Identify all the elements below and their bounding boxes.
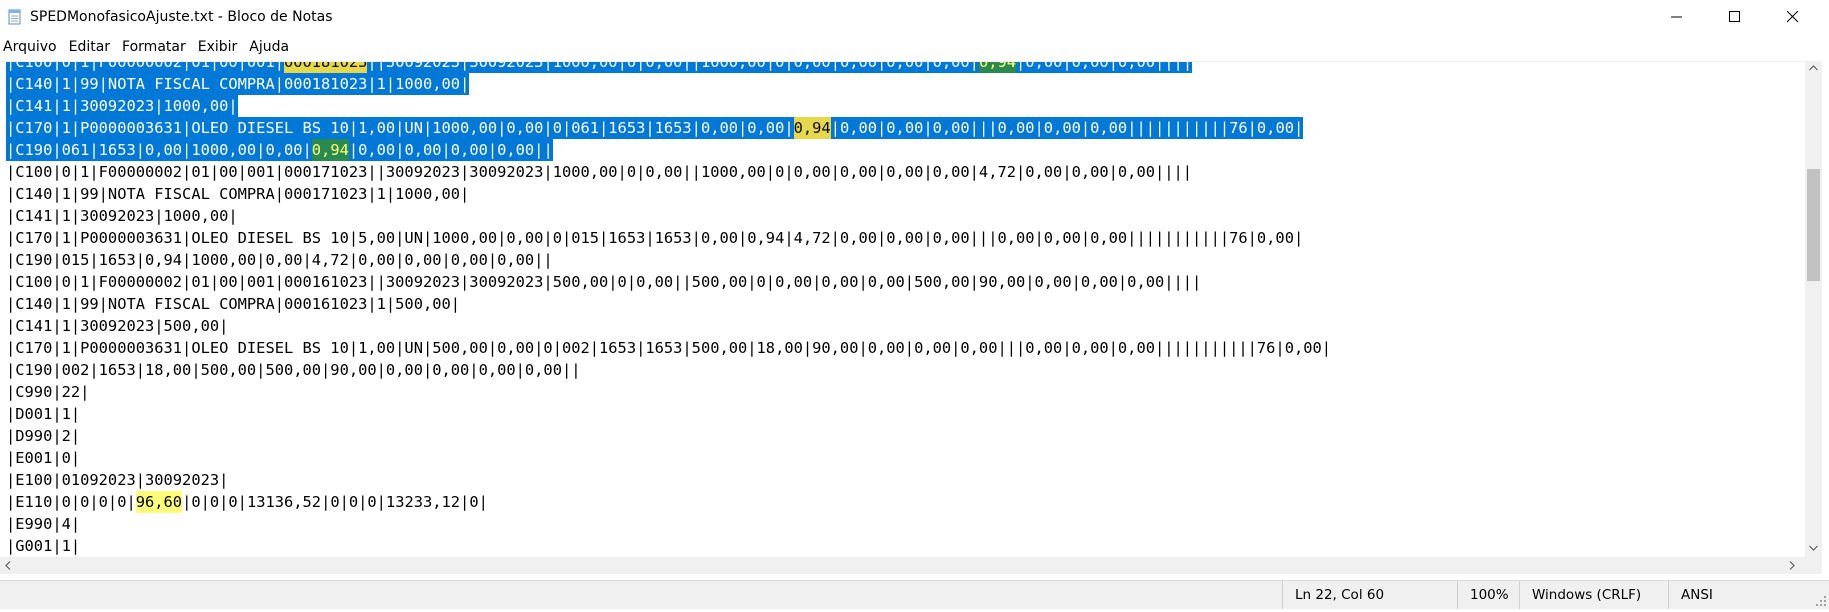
line-text: |C140|1|99|NOTA FISCAL COMPRA|000171023|… bbox=[6, 185, 470, 203]
highlighted-text: 0,94 bbox=[793, 117, 831, 139]
line-text: |E110|0|0|0|0| bbox=[6, 493, 136, 511]
text-line[interactable]: |C170|1|P0000003631|OLEO DIESEL BS 10|1,… bbox=[6, 337, 1331, 359]
text-editor[interactable]: |C100|0|1|F00000002|01|00|001|000181023|… bbox=[0, 61, 1806, 558]
text-line[interactable]: |C141|1|30092023|1000,00| bbox=[6, 95, 238, 117]
text-line[interactable]: |C100|0|1|F00000002|01|00|001|000161023|… bbox=[6, 271, 1201, 293]
scroll-down-icon[interactable] bbox=[1809, 545, 1818, 551]
resize-grip-icon[interactable] bbox=[1815, 595, 1827, 607]
menu-formatar[interactable]: Formatar bbox=[119, 36, 191, 59]
horizontal-scrollbar[interactable] bbox=[0, 557, 1805, 574]
menu-ajuda[interactable]: Ajuda bbox=[246, 36, 294, 59]
zoom-level: 100% bbox=[1457, 581, 1520, 609]
highlighted-text: 96,60 bbox=[135, 491, 183, 513]
line-text: |D990|2| bbox=[6, 427, 81, 445]
scroll-up-icon[interactable] bbox=[1809, 65, 1818, 71]
title-bar: SPEDMonofasicoAjuste.txt - Bloco de Nota… bbox=[0, 0, 1829, 34]
text-line[interactable]: |E110|0|0|0|0|96,60|0|0|0|13136,52|0|0|0… bbox=[6, 491, 488, 513]
maximize-button[interactable] bbox=[1706, 0, 1764, 34]
text-line[interactable]: |D990|2| bbox=[6, 425, 80, 447]
line-text: |E990|4| bbox=[6, 515, 81, 533]
text-line[interactable]: |C100|0|1|F00000002|01|00|001|000171023|… bbox=[6, 161, 1192, 183]
line-text: |E100|01092023|30092023| bbox=[6, 471, 229, 489]
line-text: |C990|22| bbox=[6, 383, 90, 401]
line-text: |D001|1| bbox=[6, 405, 81, 423]
line-text: |C100|0|1|F00000002|01|00|001|000171023|… bbox=[6, 163, 1193, 181]
scroll-left-icon[interactable] bbox=[5, 561, 11, 570]
scroll-right-icon[interactable] bbox=[1789, 561, 1795, 570]
selected-text: |C141|1|30092023|1000,00| bbox=[6, 95, 238, 117]
text-line[interactable]: |C141|1|30092023|1000,00| bbox=[6, 205, 238, 227]
selected-text: |C140|1|99|NOTA FISCAL COMPRA|000181023|… bbox=[6, 73, 470, 95]
text-line[interactable]: |C190|002|1653|18,00|500,00|500,00|90,00… bbox=[6, 359, 581, 381]
line-text: |C170|1|P0000003631|OLEO DIESEL BS 10|1,… bbox=[6, 339, 1332, 357]
minimize-button[interactable] bbox=[1648, 0, 1706, 34]
selected-text: |C170|1|P0000003631|OLEO DIESEL BS 10|1,… bbox=[6, 117, 794, 139]
highlighted-text: 0,94 bbox=[311, 139, 349, 161]
selected-text: |0,00|0,00|0,00|||| bbox=[1016, 62, 1193, 73]
selected-text: |C190|061|1653|0,00|1000,00|0,00| bbox=[6, 139, 312, 161]
line-text: |C190|015|1653|0,94|1000,00|0,00|4,72|0,… bbox=[6, 251, 553, 269]
text-line[interactable]: |C141|1|30092023|500,00| bbox=[6, 315, 228, 337]
text-line[interactable]: |E990|4| bbox=[6, 513, 80, 535]
maximize-icon bbox=[1729, 11, 1740, 22]
line-text: |C100|0|1|F00000002|01|00|001|000161023|… bbox=[6, 273, 1202, 291]
text-line[interactable]: |C170|1|P0000003631|OLEO DIESEL BS 10|5,… bbox=[6, 227, 1303, 249]
close-icon bbox=[1787, 11, 1799, 23]
selected-text: |0,00|0,00|0,00|||0,00|0,00|0,00||||||||… bbox=[830, 117, 1304, 139]
menu-bar: Arquivo Editar Formatar Exibir Ajuda bbox=[0, 36, 1829, 60]
vertical-scroll-thumb[interactable] bbox=[1807, 169, 1820, 281]
text-line[interactable]: |C170|1|P0000003631|OLEO DIESEL BS 10|1,… bbox=[6, 117, 1304, 139]
scrollbar-corner bbox=[1805, 557, 1822, 574]
text-line[interactable]: |D001|1| bbox=[6, 403, 80, 425]
line-text: |C170|1|P0000003631|OLEO DIESEL BS 10|5,… bbox=[6, 229, 1304, 247]
status-bar: Ln 22, Col 60 100% Windows (CRLF) ANSI bbox=[0, 580, 1829, 609]
highlighted-text: 000181023 bbox=[283, 62, 368, 73]
text-line[interactable]: |C190|061|1653|0,00|1000,00|0,00|0,94|0,… bbox=[6, 139, 553, 161]
line-text: |C141|1|30092023|500,00| bbox=[6, 317, 229, 335]
text-line[interactable]: |C140|1|99|NOTA FISCAL COMPRA|000181023|… bbox=[6, 73, 470, 95]
line-text: |C140|1|99|NOTA FISCAL COMPRA|000161023|… bbox=[6, 295, 461, 313]
line-text: |C141|1|30092023|1000,00| bbox=[6, 207, 238, 225]
close-button[interactable] bbox=[1764, 0, 1822, 34]
line-text: |0|0|0|13136,52|0|0|0|13233,12|0| bbox=[182, 493, 488, 511]
line-text: |E001|0| bbox=[6, 449, 81, 467]
text-line[interactable]: |G001|1| bbox=[6, 535, 80, 557]
line-text: |C190|002|1653|18,00|500,00|500,00|90,00… bbox=[6, 361, 581, 379]
text-line[interactable]: |C100|0|1|F00000002|01|00|001|000181023|… bbox=[6, 62, 1193, 73]
line-text: |G001|1| bbox=[6, 537, 81, 555]
selected-text: ||30092023|30092023|1000,00|0|0,00||1000… bbox=[367, 62, 979, 73]
vertical-scrollbar[interactable] bbox=[1805, 61, 1822, 557]
menu-arquivo[interactable]: Arquivo bbox=[0, 36, 62, 59]
window-title: SPEDMonofasicoAjuste.txt - Bloco de Nota… bbox=[30, 9, 333, 25]
menu-editar[interactable]: Editar bbox=[66, 36, 115, 59]
text-line[interactable]: |E100|01092023|30092023| bbox=[6, 469, 228, 491]
notepad-icon bbox=[8, 9, 21, 25]
text-line[interactable]: |C140|1|99|NOTA FISCAL COMPRA|000161023|… bbox=[6, 293, 460, 315]
menu-exibir[interactable]: Exibir bbox=[195, 36, 243, 59]
encoding: ANSI bbox=[1668, 581, 1811, 609]
text-line[interactable]: |C190|015|1653|0,94|1000,00|0,00|4,72|0,… bbox=[6, 249, 553, 271]
highlighted-text: 0,94 bbox=[978, 62, 1017, 73]
minimize-icon bbox=[1671, 16, 1682, 18]
text-line[interactable]: |C140|1|99|NOTA FISCAL COMPRA|000171023|… bbox=[6, 183, 469, 205]
text-line[interactable]: |E001|0| bbox=[6, 447, 80, 469]
selected-text: |0,00|0,00|0,00|0,00|| bbox=[348, 139, 553, 161]
line-ending: Windows (CRLF) bbox=[1519, 581, 1662, 609]
text-line[interactable]: |C990|22| bbox=[6, 381, 89, 403]
selected-text: |C100|0|1|F00000002|01|00|001| bbox=[6, 62, 284, 73]
